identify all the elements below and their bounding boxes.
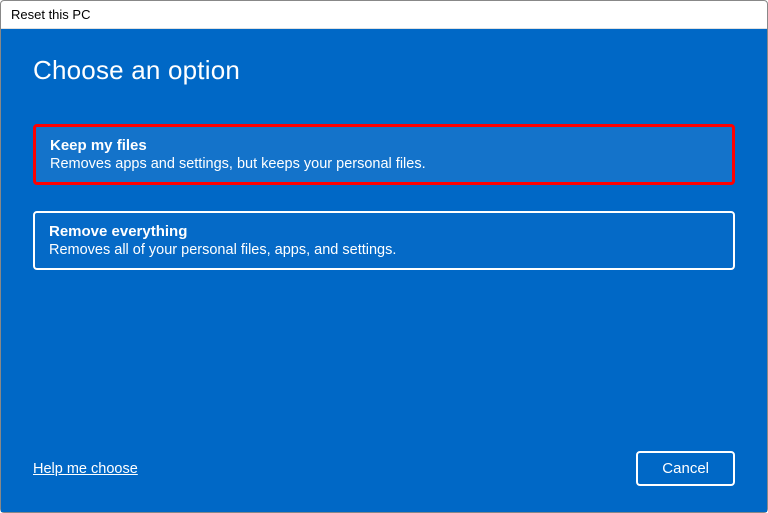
option-description: Removes all of your personal files, apps…: [49, 242, 719, 258]
page-heading: Choose an option: [33, 55, 735, 86]
option-title: Keep my files: [50, 137, 718, 154]
title-bar: Reset this PC: [1, 1, 767, 29]
help-me-choose-link[interactable]: Help me choose: [33, 461, 138, 477]
window-title: Reset this PC: [11, 7, 90, 22]
cancel-button[interactable]: Cancel: [636, 451, 735, 486]
content-area: Choose an option Keep my files Removes a…: [1, 29, 767, 512]
option-keep-my-files[interactable]: Keep my files Removes apps and settings,…: [33, 124, 735, 185]
option-description: Removes apps and settings, but keeps you…: [50, 156, 718, 172]
window: Reset this PC Choose an option Keep my f…: [0, 0, 768, 513]
option-remove-everything[interactable]: Remove everything Removes all of your pe…: [33, 211, 735, 270]
footer: Help me choose Cancel: [33, 451, 735, 486]
option-title: Remove everything: [49, 223, 719, 240]
